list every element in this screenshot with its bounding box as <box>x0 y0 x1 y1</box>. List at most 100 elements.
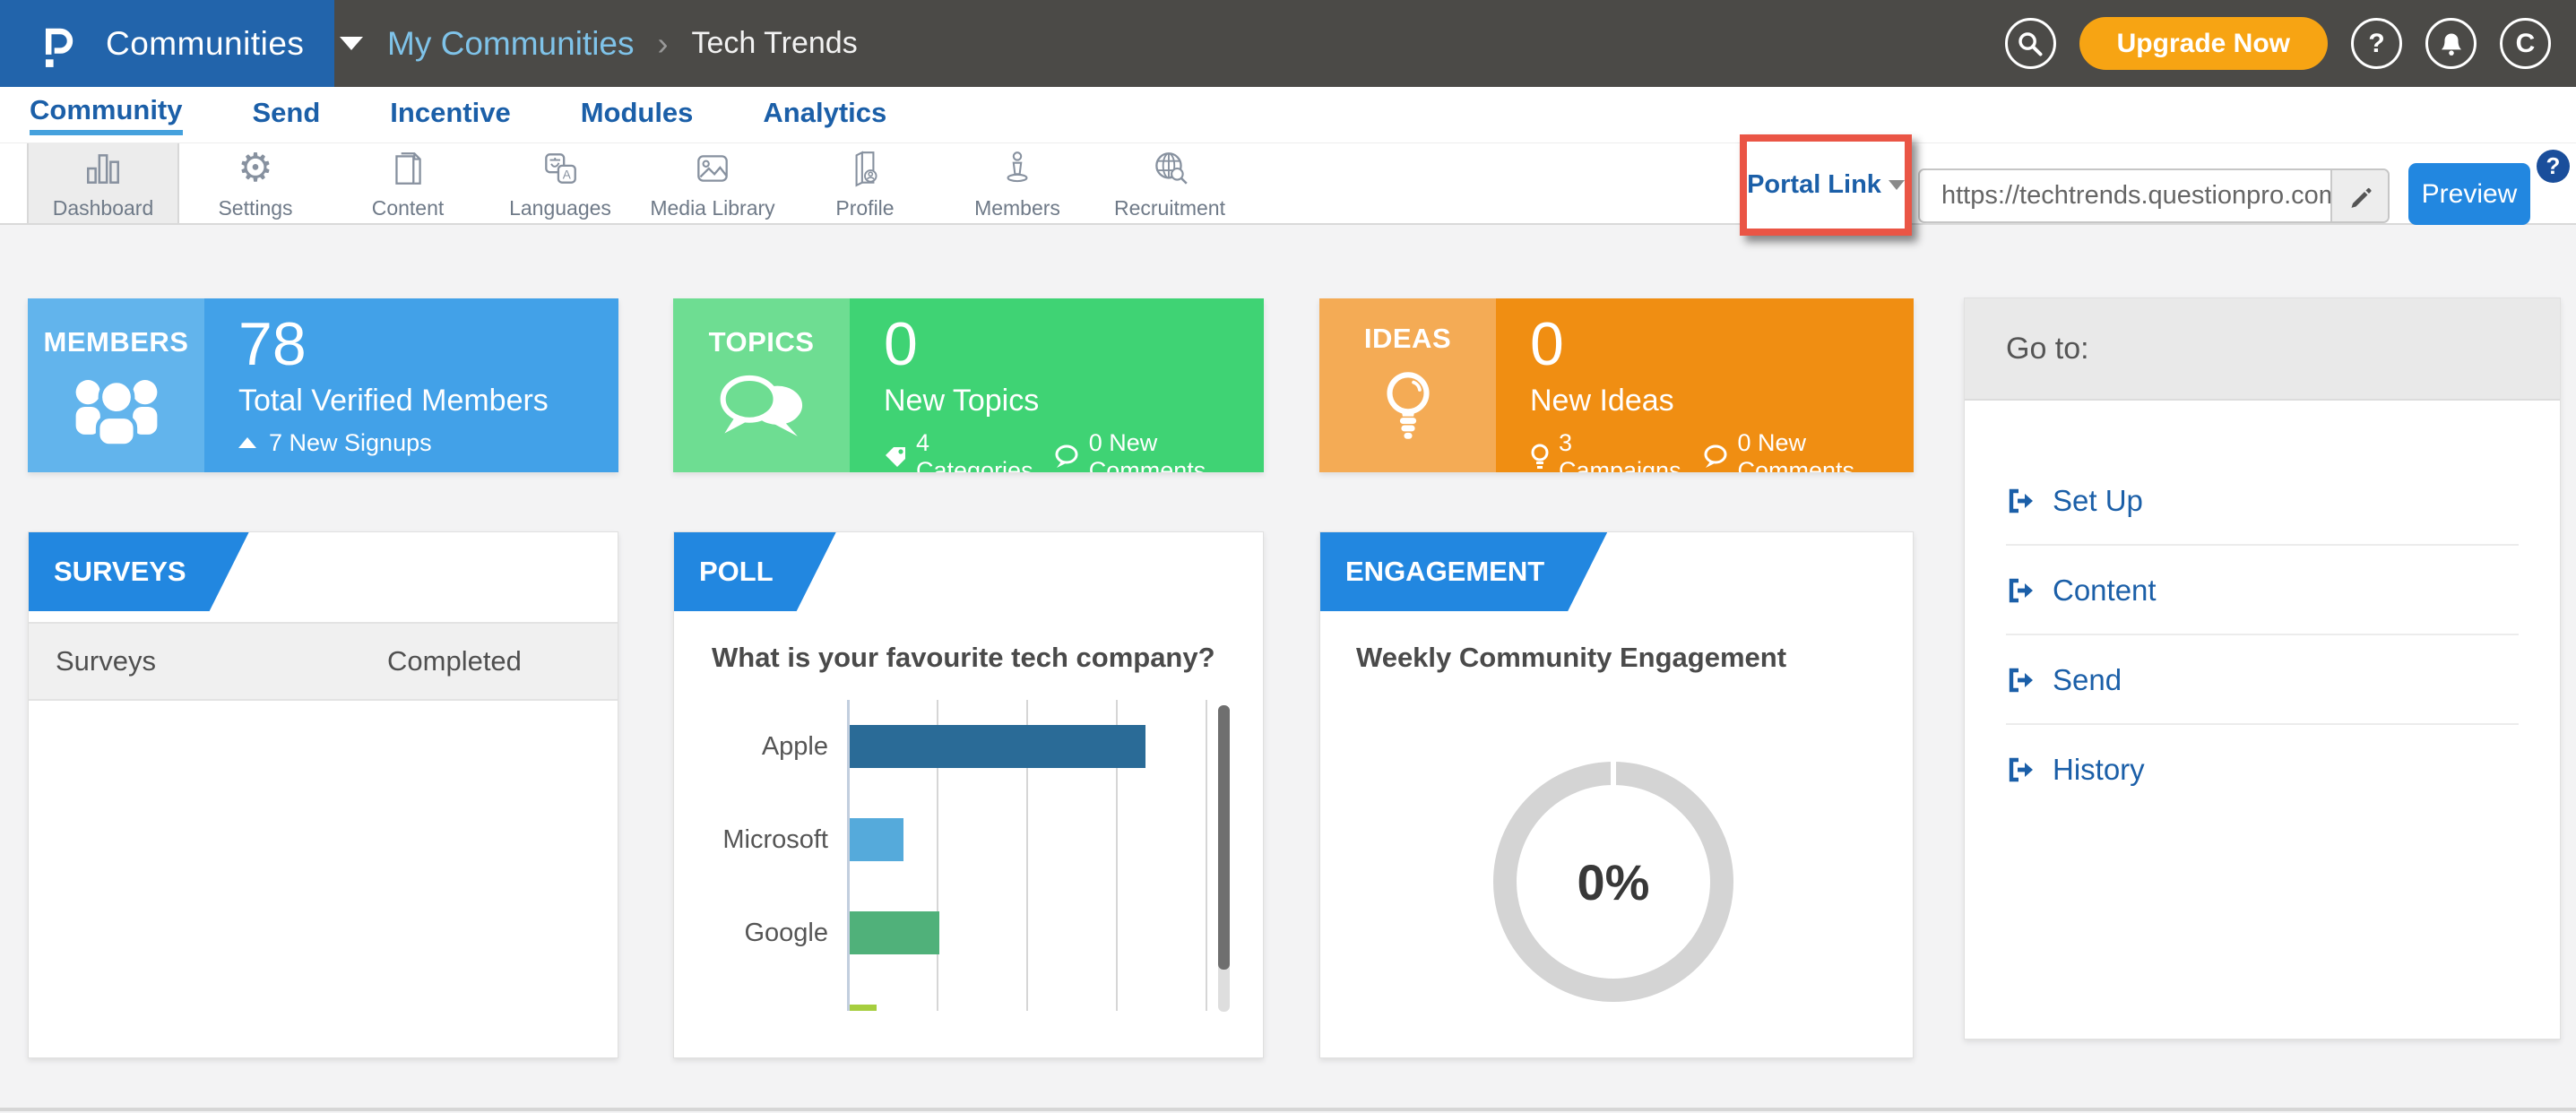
tab-analytics[interactable]: Analytics <box>763 97 886 133</box>
preview-button[interactable]: Preview <box>2408 163 2530 225</box>
poll-question-title: What is your favourite tech company? <box>712 642 1215 674</box>
topics-count: 0 <box>884 311 1264 378</box>
topics-categories-text: 4 Categories <box>916 429 1041 472</box>
surveys-panel: SURVEYS Surveys Completed <box>28 531 618 1058</box>
header-actions: Upgrade Now ? C <box>2005 0 2551 87</box>
toolbar-item-label: Media Library <box>650 196 774 220</box>
toolbar-item-label: Content <box>372 196 445 220</box>
search-icon <box>2017 30 2044 57</box>
goto-link-history[interactable]: History <box>1965 725 2560 815</box>
toolbar-item-content[interactable]: Content <box>332 143 484 223</box>
ideas-card-body: 0 New Ideas 3 Campaigns 0 New Comments <box>1496 298 1914 472</box>
breadcrumb-separator: › <box>658 25 669 63</box>
topics-card-body: 0 New Topics 4 Categories 0 New Comments <box>850 298 1264 472</box>
goto-link-send[interactable]: Send <box>1965 635 2560 725</box>
chat-bubbles-icon <box>715 369 808 444</box>
toolbar-item-members[interactable]: Members <box>941 143 1094 223</box>
poll-panel: POLL What is your favourite tech company… <box>673 531 1264 1058</box>
members-subtext: 7 New Signups <box>238 429 618 457</box>
breadcrumb-current-community: Tech Trends <box>692 26 858 61</box>
question-mark-icon: ? <box>2368 29 2384 59</box>
ideas-card-left: IDEAS <box>1319 298 1496 472</box>
bell-icon <box>2438 30 2465 57</box>
portal-url-input[interactable] <box>1920 170 2330 221</box>
portal-link-highlight-annotation: Portal Link <box>1740 134 1912 236</box>
topics-comments-text: 0 New Comments <box>1089 429 1264 472</box>
poll-chart-scrollbar[interactable] <box>1218 705 1230 1012</box>
topics-label: New Topics <box>884 384 1264 418</box>
engagement-panel: ENGAGEMENT Weekly Community Engagement 0… <box>1319 531 1914 1058</box>
goto-link-label: History <box>2053 753 2145 787</box>
toolbar-item-media-library[interactable]: Media Library <box>636 143 789 223</box>
surveys-column-header: Surveys <box>29 645 387 677</box>
poll-bar-microsoft <box>850 818 903 861</box>
comment-icon <box>1053 444 1080 469</box>
breadcrumb-my-communities[interactable]: My Communities <box>387 25 635 63</box>
toolbar-item-label: Members <box>974 196 1060 220</box>
poll-category-label: Microsoft <box>674 824 828 856</box>
portal-help-icon[interactable]: ? <box>2537 150 2570 183</box>
goto-link-label: Send <box>2053 663 2122 697</box>
goto-link-content[interactable]: Content <box>1965 546 2560 635</box>
goto-link-label: Set Up <box>2053 484 2143 518</box>
search-button[interactable] <box>2005 18 2056 69</box>
sign-out-arrow-icon <box>2006 666 2035 695</box>
engagement-ribbon: ENGAGEMENT <box>1320 532 1607 611</box>
upgrade-now-button[interactable]: Upgrade Now <box>2079 17 2328 70</box>
comment-icon <box>1702 444 1729 469</box>
members-stat-card: MEMBERS 78 Total Verified Members 7 New … <box>28 298 618 472</box>
tab-community[interactable]: Community <box>30 94 183 135</box>
toolbar-item-dashboard[interactable]: Dashboard <box>27 143 179 223</box>
breadcrumb: My Communities › Tech Trends <box>387 0 858 87</box>
bar-chart-icon <box>82 147 124 190</box>
ideas-tag: IDEAS <box>1364 323 1451 355</box>
scrollbar-thumb[interactable] <box>1218 705 1230 970</box>
members-card-body: 78 Total Verified Members 7 New Signups <box>204 298 618 472</box>
toolbar-item-settings[interactable]: ⚙ Settings <box>179 143 332 223</box>
goto-links-list: Set Up Content Send History <box>1965 401 2560 815</box>
completed-column-header: Completed <box>387 645 522 677</box>
top-header-bar: Communities My Communities › Tech Trends… <box>0 0 2576 87</box>
translate-icon: A <box>540 147 581 190</box>
bottom-divider <box>0 1108 2576 1111</box>
notifications-button[interactable] <box>2425 18 2477 69</box>
pages-icon <box>387 147 428 190</box>
bulb-small-icon <box>1530 444 1550 470</box>
tab-send[interactable]: Send <box>253 97 321 133</box>
ideas-campaigns-text: 3 Campaigns <box>1559 429 1690 472</box>
globe-search-icon <box>1149 147 1190 190</box>
poll-category-label: Google <box>674 917 828 949</box>
user-avatar[interactable]: C <box>2500 18 2551 69</box>
poll-bar-chart <box>847 700 1223 1011</box>
ideas-comments-text: 0 New Comments <box>1738 429 1914 472</box>
goto-panel-title: Go to: <box>1965 298 2560 401</box>
gear-icon: ⚙ <box>238 147 272 190</box>
lightbulb-icon <box>1374 366 1442 448</box>
chevron-down-icon <box>340 37 363 50</box>
topics-subtext: 4 Categories 0 New Comments <box>884 429 1264 472</box>
members-count: 78 <box>238 311 618 378</box>
sign-out-arrow-icon <box>2006 755 2035 784</box>
help-button[interactable]: ? <box>2351 18 2402 69</box>
product-name: Communities <box>106 25 304 63</box>
edit-url-button[interactable] <box>2330 170 2388 221</box>
communities-dashboard: Communities My Communities › Tech Trends… <box>0 0 2576 1113</box>
toolbar-item-profile[interactable]: Profile <box>789 143 941 223</box>
donut-gap <box>1611 760 1616 787</box>
ideas-subtext: 3 Campaigns 0 New Comments <box>1530 429 1914 472</box>
goto-link-set-up[interactable]: Set Up <box>1965 456 2560 546</box>
topics-comments: 0 New Comments <box>1053 429 1264 472</box>
svg-text:A: A <box>563 168 572 181</box>
tab-modules[interactable]: Modules <box>581 97 694 133</box>
toolbar-item-languages[interactable]: A Languages <box>484 143 636 223</box>
engagement-donut-chart: 0% <box>1493 762 1733 1002</box>
toolbar-item-label: Languages <box>509 196 611 220</box>
portal-link-dropdown[interactable]: Portal Link <box>1747 170 1881 200</box>
toolbar-item-recruitment[interactable]: Recruitment <box>1094 143 1246 223</box>
gridline <box>1206 700 1207 1011</box>
product-switcher[interactable]: Communities <box>0 0 334 87</box>
poll-bar-partial <box>850 1005 877 1011</box>
tab-incentive[interactable]: Incentive <box>390 97 510 133</box>
avatar-initial: C <box>2516 29 2536 59</box>
members-label: Total Verified Members <box>238 384 618 418</box>
